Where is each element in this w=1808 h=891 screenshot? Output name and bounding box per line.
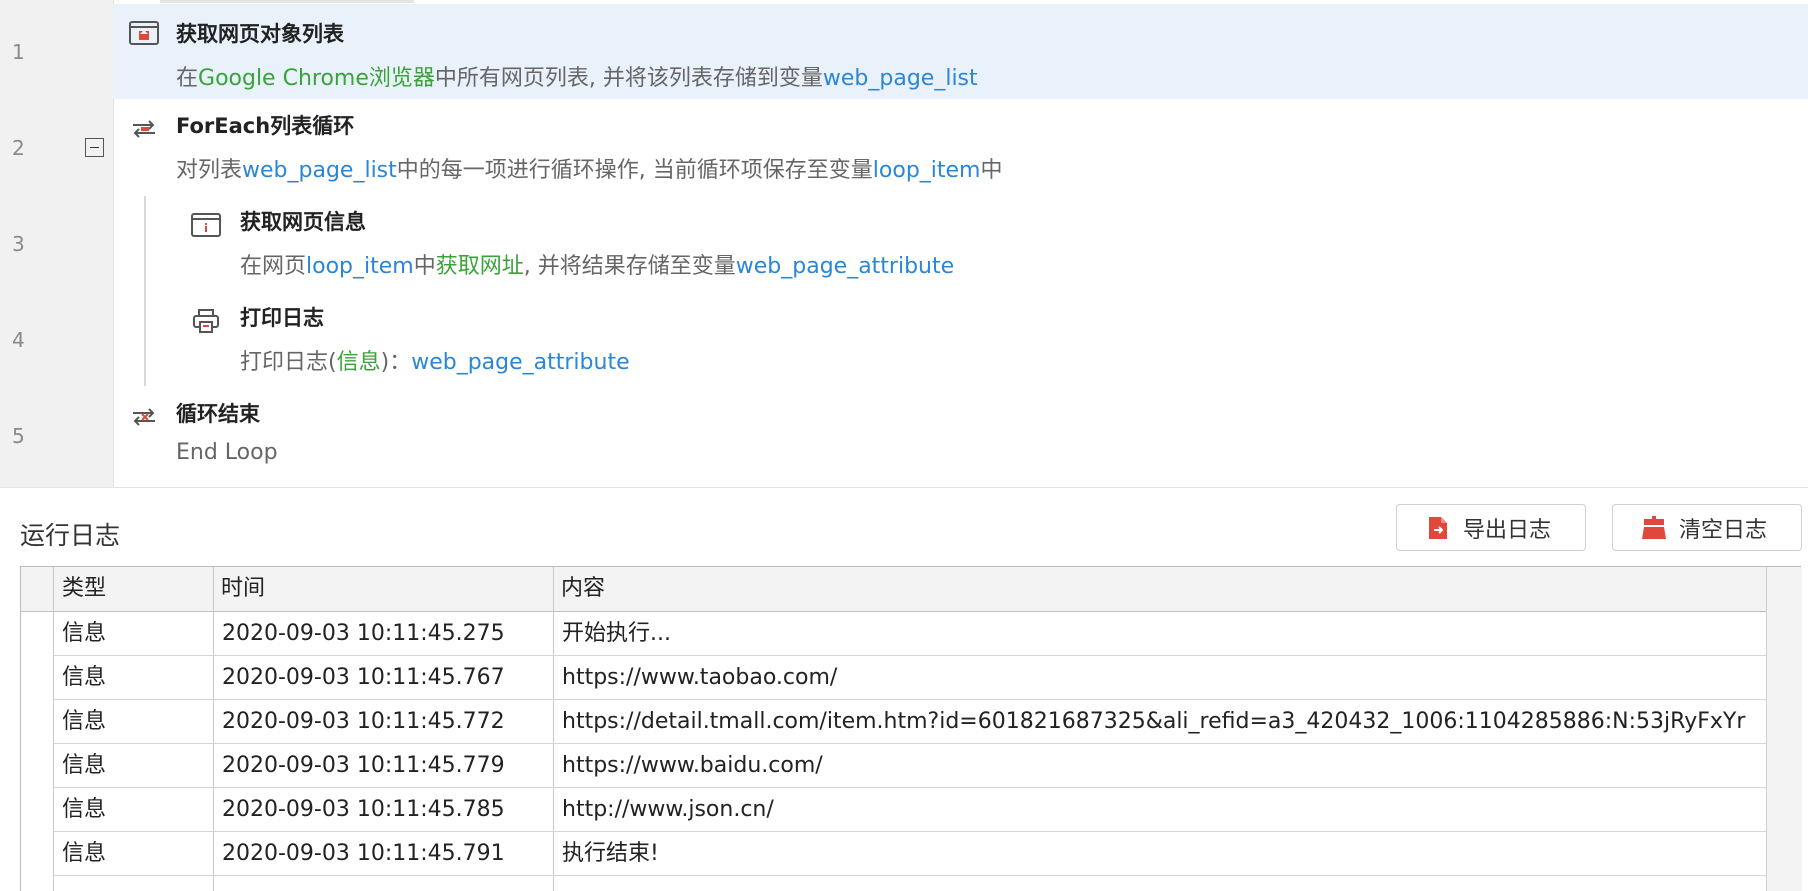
log-table: 类型 时间 内容 信息 2020-09-03 10:11:45.275 开始执行… [20,566,1802,891]
column-header-type[interactable]: 类型 [54,567,209,610]
step-description: 对列表web_page_list中的每一项进行循环操作, 当前循环项保存至变量l… [176,152,1003,184]
variable-keyword: web_page_attribute [411,350,630,375]
export-log-label: 导出日志 [1463,517,1552,543]
cell-time: 2020-09-03 10:11:45.772 [222,709,505,734]
cell-content: https://www.baidu.com/ [562,753,823,778]
cell-time: 2020-09-03 10:11:45.779 [222,753,505,778]
list-keyword: web_page_list [242,158,397,183]
desc-text: 中 [413,254,436,279]
line-number: 2 [12,136,25,160]
clear-log-button[interactable]: 清空日志 [1612,504,1802,551]
export-file-icon [1429,516,1447,539]
variable-keyword: loop_item [306,254,414,279]
desc-text: )： [380,350,412,375]
browser-keyword: Google Chrome浏览器 [198,66,435,91]
collapse-toggle[interactable] [85,138,104,157]
browser-upload-icon [129,20,159,46]
line-number-gutter: 1 2 3 4 5 [0,0,114,488]
desc-text: 在网页 [240,254,307,279]
export-log-button[interactable]: 导出日志 [1396,504,1586,551]
variable-keyword: web_page_list [822,66,978,91]
desc-text: 在 [176,66,199,91]
cell-time: 2020-09-03 10:11:45.767 [222,665,505,690]
variable-keyword: loop_item [872,158,981,183]
cell-type: 信息 [62,753,107,778]
column-header-content[interactable]: 内容 [553,567,1763,610]
log-panel-title: 运行日志 [20,521,121,550]
cell-content: 开始执行... [562,621,671,646]
cell-content: 执行结束! [562,841,659,866]
clear-log-label: 清空日志 [1679,517,1768,543]
tab-indicator [160,0,414,3]
step-title: 循环结束 [176,402,260,426]
desc-text: , 并将结果存储至变量 [523,254,736,279]
table-header: 类型 时间 内容 [21,567,1801,612]
step-loop-end[interactable]: 循环结束 End Loop [113,388,1808,483]
step-title: ForEach列表循环 [176,114,355,138]
cell-content: http://www.json.cn/ [562,797,774,822]
cell-type: 信息 [62,709,107,734]
cell-type: 信息 [62,841,107,866]
step-description: 在Google Chrome浏览器中所有网页列表, 并将该列表存储到变量web_… [176,60,978,92]
cell-content: https://www.taobao.com/ [562,665,838,690]
row-divider [54,875,1766,876]
step-get-webpage-list[interactable]: 获取网页对象列表 在Google Chrome浏览器中所有网页列表, 并将该列表… [113,4,1808,99]
desc-text: 中 [980,158,1003,183]
cell-time: 2020-09-03 10:11:45.785 [222,797,505,822]
vertical-scrollbar[interactable] [1766,567,1802,891]
cell-type: 信息 [62,665,107,690]
loop-icon [129,116,157,142]
cell-type: 信息 [62,621,107,646]
run-log-panel: 运行日志 导出日志 清空日志 类型 时间 内容 信息 2020-09-03 10… [0,488,1808,891]
flow-editor: 1 2 3 4 5 获取网页对象列表 在Google Chrome浏览器中所有网… [0,0,1808,488]
desc-text: 打印日志( [240,350,337,375]
step-title: 获取网页对象列表 [176,22,344,46]
step-title: 打印日志 [240,306,324,330]
line-number: 4 [12,328,25,352]
column-header-time[interactable]: 时间 [213,567,553,610]
browser-info-icon [191,212,221,238]
step-description: 打印日志(信息)：web_page_attribute [240,344,630,376]
printer-icon [191,308,219,334]
step-print-log[interactable]: 打印日志 打印日志(信息)：web_page_attribute [113,292,1808,387]
cell-time: 2020-09-03 10:11:45.275 [222,621,505,646]
line-number: 1 [12,40,25,64]
step-title: 获取网页信息 [240,210,366,234]
clear-broom-icon [1642,515,1666,539]
loop-end-icon [129,404,157,430]
cell-content: https://detail.tmall.com/item.htm?id=601… [562,709,1746,734]
step-description: End Loop [176,440,278,465]
action-keyword: 获取网址 [435,254,524,279]
desc-text: 中所有网页列表, 并将该列表存储到变量 [434,66,823,91]
variable-keyword: web_page_attribute [735,254,955,279]
cell-type: 信息 [62,797,107,822]
line-number: 5 [12,424,25,448]
step-foreach-loop[interactable]: ForEach列表循环 对列表web_page_list中的每一项进行循环操作,… [113,100,1808,195]
desc-text: 中的每一项进行循环操作, 当前循环项保存至变量 [396,158,873,183]
step-description: 在网页loop_item中获取网址, 并将结果存储至变量web_page_att… [240,248,954,280]
log-level-keyword: 信息 [336,350,381,375]
line-number: 3 [12,232,25,256]
cell-time: 2020-09-03 10:11:45.791 [222,841,505,866]
step-get-webpage-info[interactable]: 获取网页信息 在网页loop_item中获取网址, 并将结果存储至变量web_p… [113,196,1808,291]
desc-text: 对列表 [176,158,243,183]
